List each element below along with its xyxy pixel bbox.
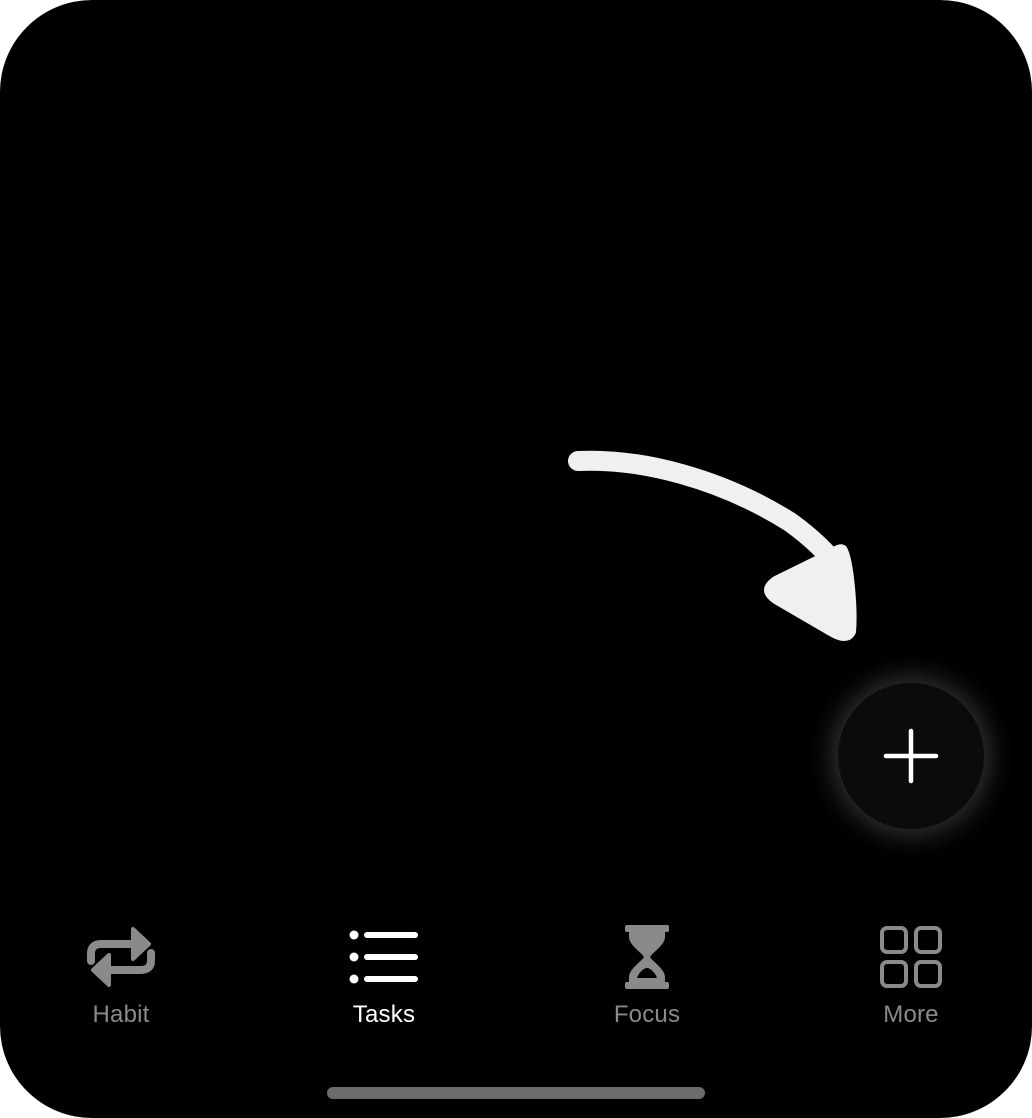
hourglass-icon — [607, 917, 687, 997]
grid-icon — [871, 917, 951, 997]
tab-habit-label: Habit — [92, 1001, 150, 1028]
tab-focus[interactable]: Focus — [567, 905, 727, 1035]
bottom-tab-bar: Habit Tasks Focus More — [0, 905, 1032, 1045]
tab-habit[interactable]: Habit — [41, 905, 201, 1035]
list-icon — [344, 917, 424, 997]
tab-more[interactable]: More — [831, 905, 991, 1035]
tab-more-label: More — [883, 1001, 939, 1028]
tab-tasks[interactable]: Tasks — [304, 905, 464, 1035]
repeat-icon — [81, 917, 161, 997]
home-indicator[interactable] — [327, 1087, 705, 1099]
tab-focus-label: Focus — [613, 1001, 681, 1028]
plus-icon — [883, 728, 939, 784]
add-task-button[interactable] — [838, 683, 984, 829]
tab-tasks-label: Tasks — [352, 1001, 416, 1028]
app-screen: Habit Tasks Focus More — [0, 0, 1032, 1118]
